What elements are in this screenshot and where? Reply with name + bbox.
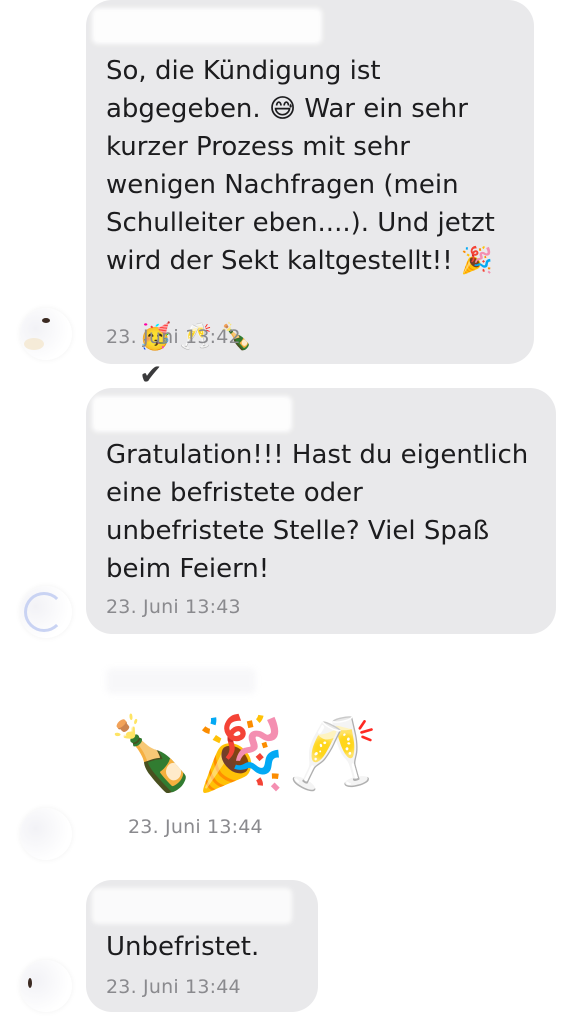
message-text-2: Gratulation!!! Hast du eigentlich eine b… bbox=[106, 440, 529, 584]
checkmark-icon: ✔ bbox=[139, 358, 163, 391]
message-bubble-1[interactable]: So, die Kündigung ist abgegeben. 😅 War e… bbox=[86, 0, 534, 391]
clinking-glasses-emoji: 🥂 bbox=[288, 711, 378, 795]
sender-name-redacted bbox=[92, 8, 322, 44]
sender-name-redacted bbox=[92, 396, 292, 432]
message-bubble-4[interactable]: Unbefristet. 23. Juni 13:44 bbox=[86, 880, 318, 1012]
avatar-sender-1[interactable] bbox=[20, 308, 72, 360]
message-text-4: Unbefristet. bbox=[106, 932, 260, 962]
message-timestamp-2: 23. Juni 13:43 bbox=[106, 596, 241, 618]
emoji-message-3[interactable]: 🍾 🎉 🥂 bbox=[106, 708, 378, 808]
champagne-bottle-emoji: 🍾 bbox=[106, 711, 196, 795]
message-timestamp-1: 23. Juni 13:42 bbox=[106, 326, 241, 348]
message-timestamp-4: 23. Juni 13:44 bbox=[106, 976, 241, 998]
message-text-1: So, die Kündigung ist abgegeben. 😅 War e… bbox=[106, 56, 495, 276]
avatar-sender-3[interactable] bbox=[20, 808, 72, 860]
message-bubble-2[interactable]: Gratulation!!! Hast du eigentlich eine b… bbox=[86, 388, 556, 634]
avatar-sender-4[interactable] bbox=[20, 960, 72, 1012]
avatar-sender-2[interactable] bbox=[20, 586, 72, 638]
message-timestamp-3: 23. Juni 13:44 bbox=[128, 816, 263, 838]
party-popper-emoji: 🎉 bbox=[196, 711, 286, 795]
sender-name-redacted bbox=[106, 668, 256, 694]
sender-name-redacted bbox=[92, 888, 292, 924]
